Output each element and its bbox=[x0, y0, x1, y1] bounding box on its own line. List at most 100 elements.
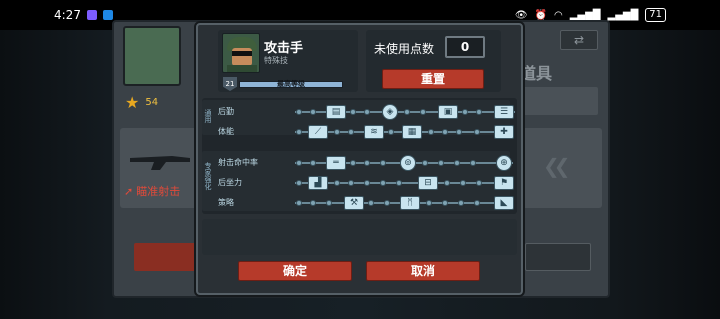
skill-node[interactable] bbox=[296, 200, 302, 206]
row-label-recoil: 后坐力 bbox=[218, 178, 242, 187]
skill-node[interactable] bbox=[474, 200, 480, 206]
skill-node[interactable] bbox=[380, 160, 386, 166]
row-label-tactics: 策略 bbox=[218, 198, 234, 207]
class-name: 攻击手 bbox=[264, 41, 304, 56]
uniform bbox=[227, 65, 257, 72]
skill-node[interactable] bbox=[334, 129, 340, 135]
weapon-skill: ➚ 瞄准射击 bbox=[124, 183, 180, 199]
rank-value: 54 bbox=[145, 97, 159, 108]
skill-node[interactable] bbox=[368, 200, 374, 206]
shield-icon[interactable]: ◈ bbox=[382, 104, 398, 120]
skill-node[interactable] bbox=[444, 180, 450, 186]
skill-node[interactable] bbox=[326, 200, 332, 206]
skill-node[interactable] bbox=[442, 200, 448, 206]
skill-node[interactable] bbox=[458, 200, 464, 206]
crosshair-icon[interactable]: ⊕ bbox=[496, 155, 512, 171]
category-general bbox=[202, 100, 510, 135]
status-time: 4:27 bbox=[54, 8, 81, 22]
background-rank: ★ 54 bbox=[125, 93, 158, 112]
skill-node[interactable] bbox=[380, 180, 386, 186]
skill-node[interactable] bbox=[420, 109, 426, 115]
sunglasses bbox=[232, 51, 252, 56]
row-label-logistics: 后勤 bbox=[218, 107, 234, 116]
skill-node[interactable] bbox=[310, 200, 316, 206]
background-dark-button bbox=[525, 243, 591, 271]
skill-node[interactable] bbox=[460, 180, 466, 186]
crosshair-icon: ➚ bbox=[124, 184, 134, 198]
skill-node[interactable] bbox=[442, 129, 448, 135]
confirm-button[interactable]: 确定 bbox=[238, 261, 352, 281]
skill-node[interactable] bbox=[310, 160, 316, 166]
skill-node[interactable] bbox=[388, 129, 394, 135]
squad-icon[interactable]: ᛗ bbox=[400, 196, 420, 210]
sprint-icon[interactable]: ≋ bbox=[364, 125, 384, 139]
skill-node[interactable] bbox=[310, 109, 316, 115]
flag-icon[interactable]: ⚑ bbox=[494, 176, 514, 190]
skill-node[interactable] bbox=[364, 109, 370, 115]
skill-node[interactable] bbox=[476, 109, 482, 115]
skill-node[interactable] bbox=[404, 109, 410, 115]
skill-node[interactable] bbox=[348, 129, 354, 135]
app-notification-icon bbox=[86, 10, 97, 20]
unused-points-label: 未使用点数 bbox=[374, 42, 435, 56]
tools-label: 道具 bbox=[520, 64, 553, 83]
skill-node[interactable] bbox=[470, 160, 476, 166]
signal-icon: ▂▄▆█ bbox=[569, 9, 601, 21]
class-subtitle: 特殊技 bbox=[264, 56, 288, 65]
skill-node[interactable] bbox=[426, 200, 432, 206]
skill-node[interactable] bbox=[474, 129, 480, 135]
description-box bbox=[202, 219, 517, 255]
skill-node[interactable] bbox=[456, 129, 462, 135]
knife-icon[interactable]: ⟋ bbox=[308, 125, 328, 139]
row-label-stamina: 体能 bbox=[218, 127, 234, 136]
boot-icon[interactable]: ◣ bbox=[494, 196, 514, 210]
medkit-icon[interactable]: ✚ bbox=[494, 125, 514, 139]
grenade-launcher-icon[interactable]: ⊟ bbox=[418, 176, 438, 190]
rifle-skill-icon[interactable]: ═ bbox=[326, 156, 346, 170]
skill-node[interactable] bbox=[296, 160, 302, 166]
star-icon: ★ bbox=[125, 93, 140, 112]
scope-icon[interactable]: ⊚ bbox=[400, 155, 416, 171]
skill-node[interactable] bbox=[462, 109, 468, 115]
skill-node[interactable] bbox=[348, 180, 354, 186]
skill-node[interactable] bbox=[364, 160, 370, 166]
background-portrait bbox=[123, 26, 181, 86]
skill-node[interactable] bbox=[350, 160, 356, 166]
app-notification-icon bbox=[102, 10, 113, 20]
cancel-button[interactable]: 取消 bbox=[366, 261, 480, 281]
category-label: 专家强化 bbox=[204, 162, 212, 190]
background-red-button bbox=[134, 243, 196, 271]
skill-node[interactable] bbox=[384, 200, 390, 206]
skill-node[interactable] bbox=[296, 180, 302, 186]
weapon-skill-label: 瞄准射击 bbox=[136, 185, 181, 198]
soldier-portrait bbox=[222, 33, 260, 73]
wrench-icon[interactable]: ⚒ bbox=[344, 196, 364, 210]
unused-points-value: 0 bbox=[445, 36, 485, 58]
skill-node[interactable] bbox=[454, 160, 460, 166]
alarm-icon: ⏰ bbox=[534, 9, 547, 21]
status-left: 4:27 bbox=[54, 8, 113, 22]
vest-icon[interactable]: ▟ bbox=[308, 176, 328, 190]
chevron-left-icon: ❮❮ bbox=[543, 154, 570, 178]
tools-slot bbox=[520, 87, 598, 115]
skill-node[interactable] bbox=[296, 109, 302, 115]
skill-node[interactable] bbox=[476, 180, 482, 186]
skill-node[interactable] bbox=[438, 160, 444, 166]
skill-node[interactable] bbox=[422, 160, 428, 166]
category-label: 通用 bbox=[204, 109, 212, 123]
reset-button[interactable]: 重置 bbox=[382, 69, 484, 89]
wifi-icon: ◠ bbox=[554, 9, 563, 21]
skill-node[interactable] bbox=[350, 109, 356, 115]
skill-node[interactable] bbox=[428, 129, 434, 135]
skill-node[interactable] bbox=[334, 180, 340, 186]
skill-node[interactable] bbox=[396, 180, 402, 186]
armor-icon[interactable]: ▦ bbox=[402, 125, 422, 139]
ammo-icon[interactable]: ▤ bbox=[326, 105, 346, 119]
radio-icon[interactable]: ▣ bbox=[438, 105, 458, 119]
skill-node[interactable] bbox=[296, 129, 302, 135]
skill-node[interactable] bbox=[364, 180, 370, 186]
battery-icon: 71 bbox=[645, 8, 666, 22]
crate-icon[interactable]: ☰ bbox=[494, 105, 514, 119]
swap-icon: ⇄ bbox=[560, 30, 598, 50]
level-bar-text: 最高等级 bbox=[277, 80, 305, 88]
